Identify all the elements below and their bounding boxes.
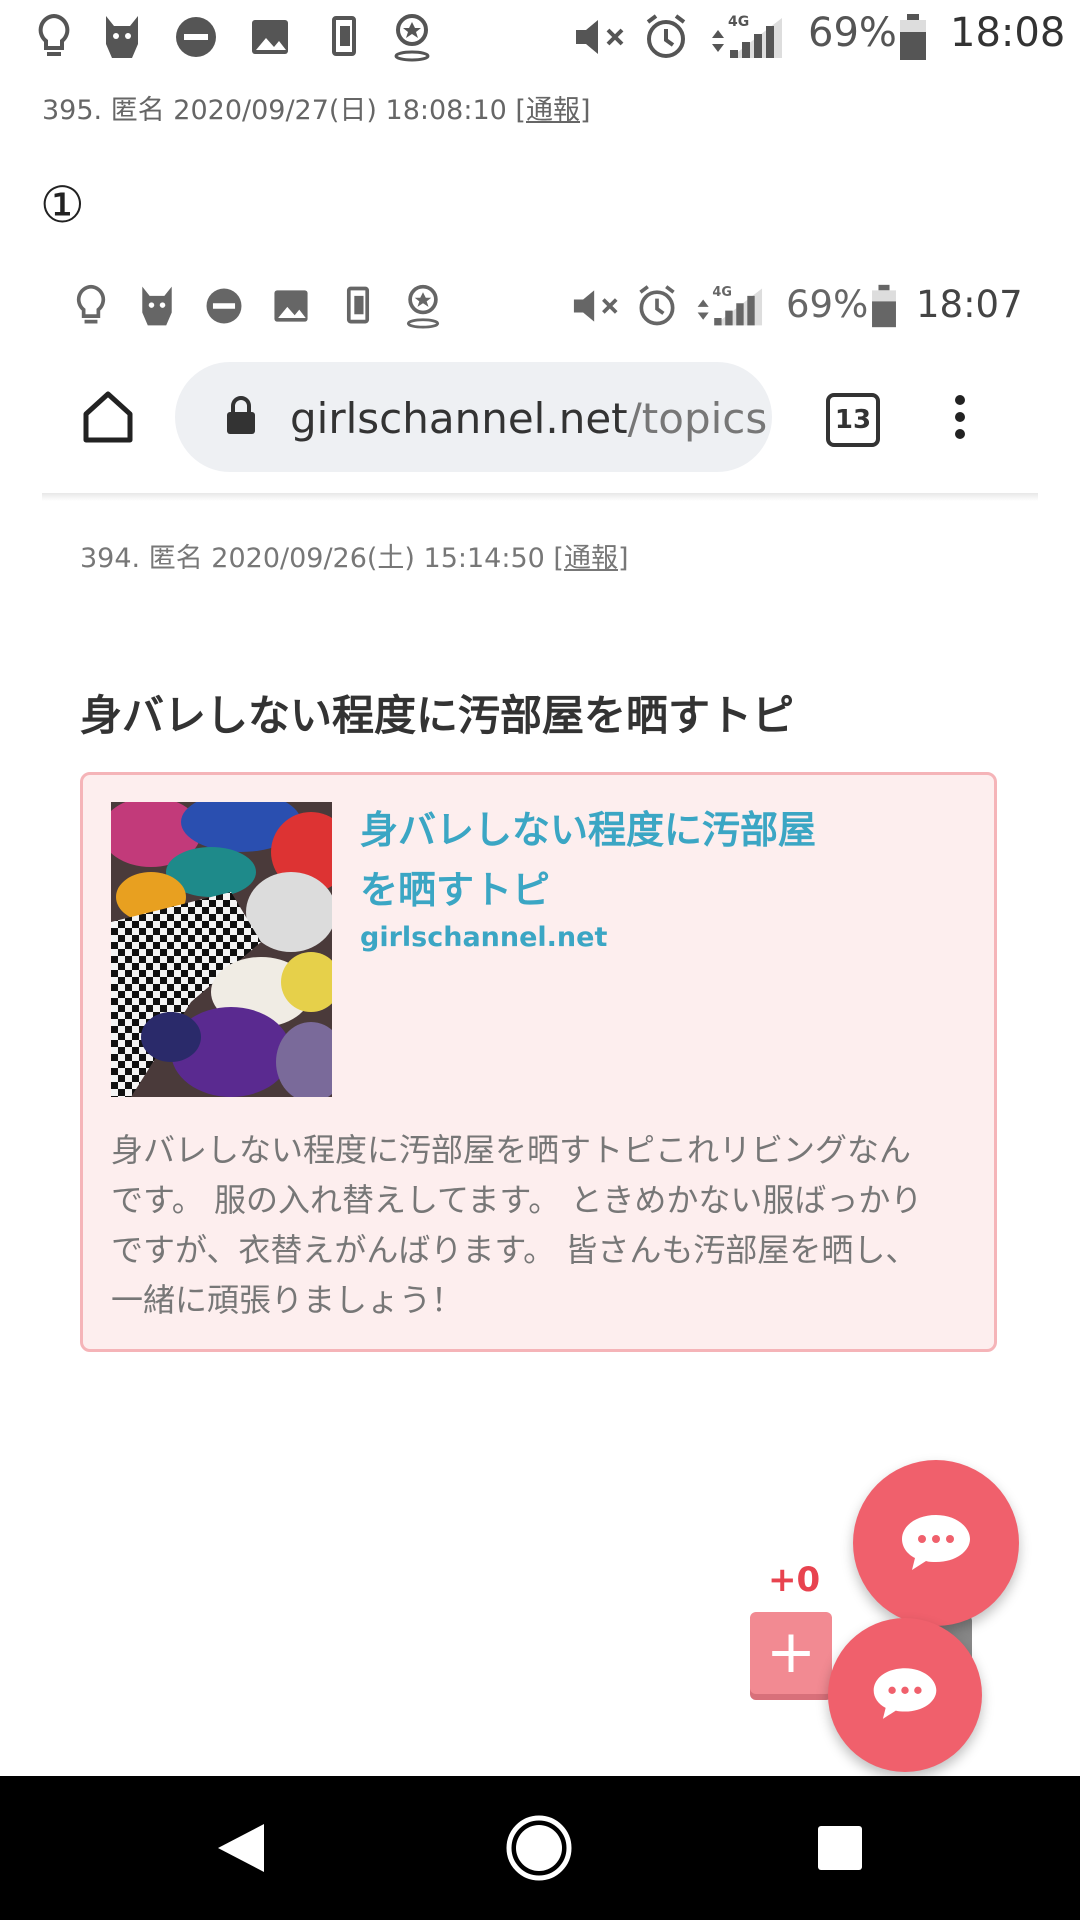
wolf-mascot-icon (142, 286, 172, 326)
mute-icon (576, 20, 624, 54)
post-meta-text: 395. 匿名 2020/09/27(日) 18:08:10 (42, 95, 507, 126)
mute-icon (573, 290, 618, 322)
signal-4g-icon: 4G (697, 285, 763, 326)
location-badge-icon (406, 284, 440, 329)
comment-fab-button[interactable] (853, 1460, 1019, 1626)
report-link[interactable]: [通報] (553, 543, 628, 574)
comment-fab-button[interactable] (828, 1618, 982, 1772)
signal-4g-icon: 4G (712, 14, 782, 58)
speech-bubble-icon (902, 1515, 970, 1570)
do-not-disturb-icon (176, 17, 216, 57)
home-icon[interactable] (80, 388, 136, 444)
battery-icon (872, 284, 896, 328)
topic-title: 身バレしない程度に汚部屋を晒すトピ (80, 691, 795, 740)
post-meta-text: 394. 匿名 2020/09/26(土) 15:14:50 (80, 543, 545, 574)
clock-time: 18:08 (950, 10, 1066, 56)
home-button-icon[interactable] (505, 1814, 573, 1882)
alarm-icon (646, 14, 686, 58)
post-meta: 394. 匿名 2020/09/26(土) 15:14:50 [通報] (80, 536, 629, 575)
status-bar: 4G 69% 18:08 (0, 0, 1080, 75)
do-not-disturb-icon (206, 288, 242, 324)
report-link[interactable]: [通報] (515, 95, 590, 126)
plus-vote-count: +0 (768, 1560, 821, 1600)
clock-time: 18:07 (916, 283, 1023, 326)
battery-icon (900, 14, 926, 60)
image-icon (252, 20, 288, 54)
wolf-mascot-icon (106, 16, 138, 58)
device-icon (346, 286, 370, 324)
battery-percent: 69% (786, 283, 869, 326)
post-marker: ① (40, 176, 85, 234)
messy-room-thumbnail (111, 802, 332, 1097)
link-card-domain: girlschannel.net (360, 922, 608, 953)
plus-vote-button[interactable]: + (750, 1612, 832, 1694)
lightbulb-icon (76, 284, 106, 324)
link-card-description: 身バレしない程度に汚部屋を晒すトピこれリビングなん です。 服の入れ替えしてます… (111, 1131, 923, 1319)
speech-bubble-icon (873, 1668, 937, 1719)
battery-percent: 69% (808, 10, 897, 56)
back-icon[interactable] (212, 1820, 268, 1876)
system-nav-bar (0, 1776, 1080, 1920)
tab-switcher-button[interactable]: 13 (826, 393, 880, 447)
post-meta: 395. 匿名 2020/09/27(日) 18:08:10 [通報] (42, 88, 591, 127)
lock-icon (227, 396, 255, 434)
alarm-icon (639, 285, 675, 326)
url-text[interactable]: girlschannel.net/topics (290, 394, 767, 443)
device-icon (332, 16, 356, 56)
toolbar-divider (42, 493, 1038, 501)
recents-icon[interactable] (816, 1824, 864, 1872)
image-icon (274, 290, 308, 322)
link-card-title[interactable]: 身バレしない程度に汚部屋 を晒すトピ (360, 800, 880, 920)
svg-text:4G: 4G (712, 285, 732, 300)
lightbulb-icon (38, 13, 70, 56)
url-path: /topics (627, 394, 768, 443)
url-domain: girlschannel.net (290, 394, 628, 443)
more-options-icon[interactable] (950, 392, 970, 442)
svg-text:4G: 4G (728, 14, 749, 30)
location-badge-icon (394, 14, 430, 62)
